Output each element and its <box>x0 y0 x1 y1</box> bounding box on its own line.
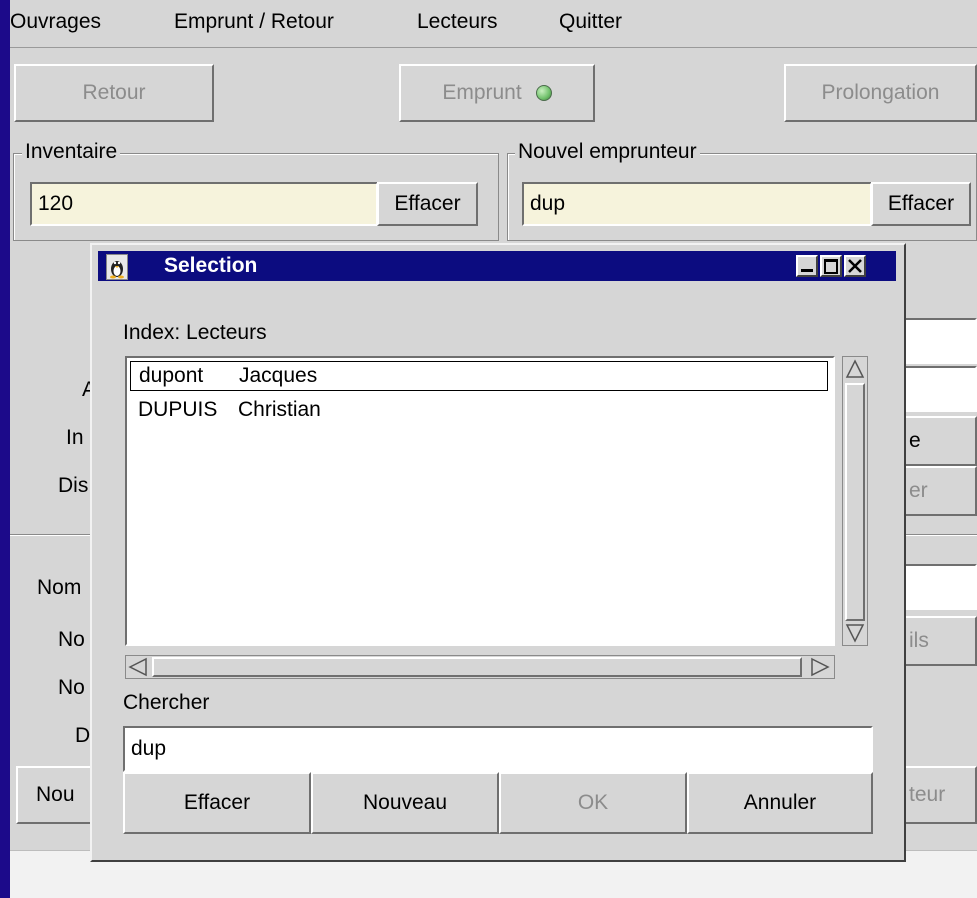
list-item-last: DUPUIS <box>138 398 218 421</box>
bg-label-d: D <box>75 724 91 747</box>
prolongation-button-label: Prolongation <box>821 81 940 104</box>
prolongation-button[interactable]: Prolongation <box>784 64 977 122</box>
menu-emprunt-retour[interactable]: Emprunt / Retour <box>174 10 334 34</box>
bg-right-button-1-label: e <box>909 429 921 452</box>
bg-field-1[interactable] <box>903 318 977 364</box>
menu-ouvrages[interactable]: Ouvrages <box>10 10 101 34</box>
status-led-icon <box>535 85 552 101</box>
vertical-scroll-thumb[interactable] <box>845 383 865 621</box>
retour-button-label: Retour <box>82 81 146 104</box>
scroll-left-icon[interactable] <box>128 657 148 677</box>
close-icon[interactable] <box>844 255 866 277</box>
inventaire-clear-button[interactable]: Effacer <box>377 182 478 226</box>
horizontal-scroll-thumb[interactable] <box>152 657 802 677</box>
emprunteur-clear-button[interactable]: Effacer <box>871 182 971 226</box>
bg-field-2[interactable] <box>903 366 977 412</box>
horizontal-scrollbar[interactable] <box>125 655 835 679</box>
search-input[interactable]: dup <box>123 726 873 772</box>
dialog-title: Selection <box>164 254 258 277</box>
bg-nouveau-label: Nou <box>36 783 75 806</box>
emprunt-button-label: Emprunt <box>442 81 522 104</box>
list-item[interactable]: dupont Jacques <box>130 361 828 391</box>
bg-label-no2: No <box>58 676 85 699</box>
nouveau-button[interactable]: Nouveau <box>311 772 499 834</box>
lecteurs-listbox[interactable]: dupont Jacques DUPUIS Christian <box>125 356 835 646</box>
bg-label-dis: Dis <box>58 474 89 497</box>
index-label: Index: Lecteurs <box>123 321 267 344</box>
annuler-button-label: Annuler <box>743 791 817 814</box>
effacer-button[interactable]: Effacer <box>123 772 311 834</box>
inventaire-input[interactable]: 120 <box>30 182 378 226</box>
list-item-first: Christian <box>238 398 321 421</box>
inventaire-clear-label: Effacer <box>394 192 461 215</box>
ok-button-label: OK <box>577 791 609 814</box>
scroll-right-icon[interactable] <box>810 657 830 677</box>
list-item[interactable]: DUPUIS Christian <box>130 395 828 425</box>
effacer-button-label: Effacer <box>183 791 251 814</box>
menu-lecteurs[interactable]: Lecteurs <box>417 10 498 34</box>
emprunteur-frame-title: Nouvel emprunteur <box>515 140 700 164</box>
minimize-icon[interactable] <box>796 255 818 277</box>
vertical-scrollbar[interactable] <box>842 356 868 646</box>
scroll-up-icon[interactable] <box>845 359 865 379</box>
menu-bar: Ouvrages Emprunt / Retour Lecteurs Quitt… <box>10 0 977 48</box>
app-tux-icon <box>106 254 128 280</box>
emprunt-button[interactable]: Emprunt <box>399 64 595 122</box>
bg-label-in: In <box>66 426 84 449</box>
emprunteur-clear-label: Effacer <box>887 192 955 215</box>
emprunteur-input[interactable]: dup <box>522 182 872 226</box>
annuler-button[interactable]: Annuler <box>687 772 873 834</box>
bg-label-no1: No <box>58 628 85 651</box>
inventaire-frame-title: Inventaire <box>22 140 121 164</box>
nouveau-button-label: Nouveau <box>362 791 448 814</box>
list-item-last: dupont <box>139 364 204 387</box>
ok-button[interactable]: OK <box>499 772 687 834</box>
scroll-down-icon[interactable] <box>845 623 865 643</box>
list-item-first: Jacques <box>239 364 318 387</box>
search-label: Chercher <box>123 691 210 714</box>
maximize-icon[interactable] <box>820 255 842 277</box>
bg-details-label: ils <box>909 629 929 652</box>
bg-field-3[interactable] <box>903 564 977 610</box>
menu-quitter[interactable]: Quitter <box>559 10 622 34</box>
bg-lecteur-label: teur <box>909 783 946 806</box>
dialog-titlebar[interactable]: Selection <box>98 251 896 281</box>
retour-button[interactable]: Retour <box>14 64 214 122</box>
selection-dialog: Selection Index: Lecteurs dupont Jacques… <box>90 243 906 862</box>
bg-right-button-2-label: er <box>909 479 928 502</box>
bg-label-nom: Nom <box>37 576 82 599</box>
